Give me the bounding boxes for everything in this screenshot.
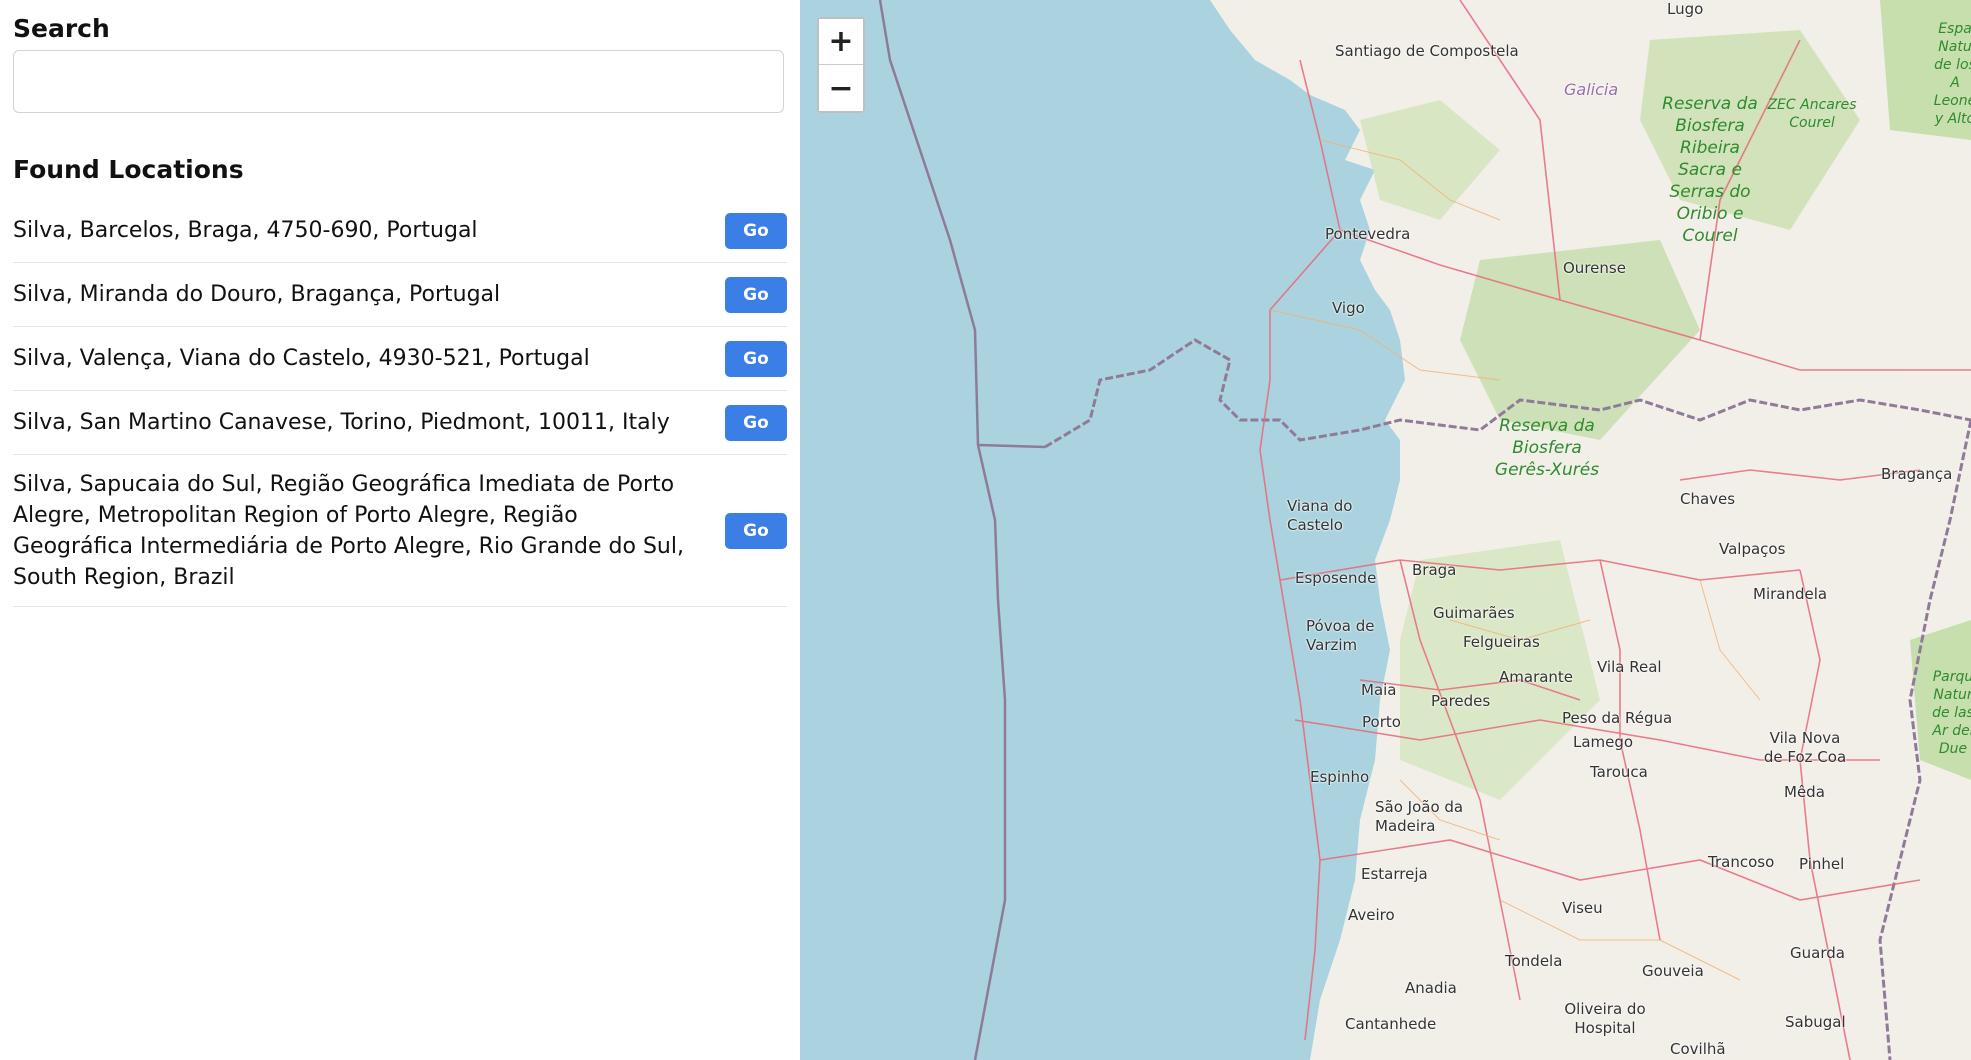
map-label: Ourense	[1563, 259, 1626, 277]
map-label: Estarreja	[1361, 865, 1428, 883]
map-label: Anadia	[1405, 979, 1457, 997]
list-item: Silva, San Martino Canavese, Torino, Pie…	[13, 391, 787, 455]
result-text: Silva, Barcelos, Braga, 4750-690, Portug…	[13, 218, 478, 243]
list-item: Silva, Sapucaia do Sul, Região Geográfic…	[13, 455, 787, 607]
map-label: Mirandela	[1753, 585, 1828, 603]
map-label: Trancoso	[1708, 853, 1775, 871]
map-label: Tondela	[1505, 952, 1563, 970]
go-button[interactable]: Go	[725, 404, 787, 441]
go-button[interactable]: Go	[725, 276, 787, 313]
map-label: Valpaços	[1719, 540, 1786, 558]
sea-border	[977, 443, 1046, 449]
found-locations-title: Found Locations	[13, 155, 244, 184]
map-label: Maia	[1361, 681, 1397, 699]
map-tiles	[878, 0, 1971, 1060]
result-text: Silva, Miranda do Douro, Bragança, Portu…	[13, 282, 501, 307]
map-label: Paredes	[1431, 692, 1491, 710]
map-label: Aveiro	[1348, 906, 1395, 924]
map-label: Vila Nova de Foz Coa	[1763, 729, 1847, 766]
map-green-label: Espa Natu de los A Leone y Alto	[1933, 21, 1971, 127]
map-label: Mêda	[1784, 783, 1825, 801]
map-label: Santiago de Compostela	[1335, 42, 1519, 61]
map-label: Amarante	[1499, 668, 1574, 686]
list-item: Silva, Valença, Viana do Castelo, 4930-5…	[13, 327, 787, 391]
sidebar: Search Found Locations Silva, Barcelos, …	[0, 0, 800, 1060]
map-label: Pontevedra	[1325, 225, 1411, 243]
map-label: Pinhel	[1799, 855, 1845, 873]
result-text: Silva, San Martino Canavese, Torino, Pie…	[13, 410, 670, 435]
map-label: Chaves	[1680, 490, 1736, 508]
map-label: Guimarães	[1433, 604, 1515, 622]
search-input[interactable]	[13, 50, 784, 113]
map-label: Lamego	[1573, 733, 1634, 751]
map-label: Oliveira do Hospital	[1564, 1000, 1646, 1037]
results-list: Silva, Barcelos, Braga, 4750-690, Portug…	[13, 199, 787, 607]
go-button[interactable]: Go	[725, 340, 787, 377]
map-green-label: ZEC Ancares Courel	[1767, 97, 1857, 131]
map-label: Póvoa de Varzim	[1306, 617, 1375, 654]
go-button[interactable]: Go	[725, 512, 787, 549]
zoom-in-button[interactable]: +	[819, 19, 863, 65]
map-label: Porto	[1362, 713, 1401, 731]
map-label: Braga	[1412, 561, 1457, 579]
map-label-text: Santiago de Compostela	[1335, 42, 1519, 60]
map-green-label: Reserva da Biosfera Ribeira Sacra e Serr…	[1662, 94, 1758, 246]
sea-border	[878, 0, 1007, 1060]
zoom-control: + −	[817, 17, 865, 113]
map-label: Vigo	[1332, 299, 1365, 317]
search-label: Search	[13, 14, 110, 43]
map-label: Gouveia	[1642, 962, 1704, 980]
map-label: São João da Madeira	[1375, 798, 1464, 835]
map-green-label: Reserva da Biosfera Gerês-Xurés	[1494, 416, 1600, 480]
list-item: Silva, Barcelos, Braga, 4750-690, Portug…	[13, 199, 787, 263]
map-label: Tarouca	[1590, 763, 1648, 781]
map-green-label: Parqu Natur de las Ar del Due	[1932, 669, 1971, 757]
map-label: Lugo	[1667, 0, 1704, 18]
map-label: Peso da Régua	[1562, 709, 1673, 727]
map-label: Felgueiras	[1463, 633, 1540, 651]
map[interactable]: Lugo Santiago de Compostela Galicia Pont…	[800, 0, 1971, 1060]
map-label: Vila Real	[1597, 658, 1662, 676]
go-button[interactable]: Go	[725, 212, 787, 249]
map-label: Covilhã	[1670, 1040, 1726, 1058]
map-label: Viseu	[1562, 899, 1603, 917]
result-text: Silva, Sapucaia do Sul, Região Geográfic…	[13, 471, 684, 590]
map-label: Guarda	[1790, 944, 1845, 962]
map-label: Sabugal	[1785, 1013, 1846, 1031]
map-label: Galicia	[1564, 80, 1619, 99]
map-label: Cantanhede	[1345, 1015, 1437, 1033]
map-label: Esposende	[1295, 569, 1377, 587]
list-item: Silva, Miranda do Douro, Bragança, Portu…	[13, 263, 787, 327]
map-label: Bragança	[1881, 465, 1953, 483]
zoom-out-button[interactable]: −	[819, 65, 863, 111]
result-text: Silva, Valença, Viana do Castelo, 4930-5…	[13, 346, 590, 371]
map-label: Espinho	[1310, 768, 1370, 786]
map-label: Viana do Castelo	[1287, 497, 1353, 534]
